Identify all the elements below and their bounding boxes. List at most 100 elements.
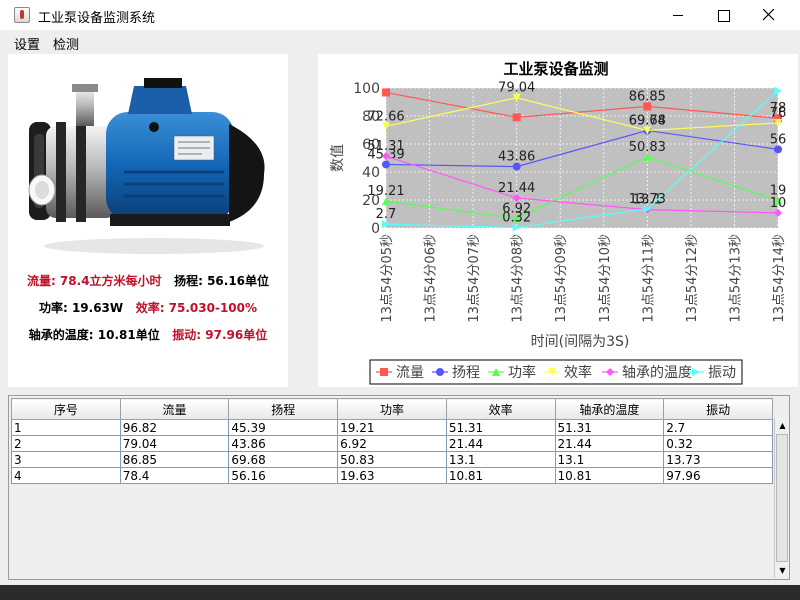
- table-cell[interactable]: 13.1: [554, 451, 665, 468]
- data-label: 2.7: [376, 207, 397, 222]
- data-point: [382, 88, 390, 97]
- column-header[interactable]: 轴承的温度: [554, 398, 665, 420]
- data-label: 0.32: [502, 211, 531, 226]
- table-cell[interactable]: 97.96: [663, 467, 773, 484]
- scroll-thumb[interactable]: [776, 434, 788, 562]
- table-cell[interactable]: 56.16: [228, 467, 339, 484]
- bottom-edge: [0, 585, 800, 600]
- data-label: 56: [770, 132, 787, 147]
- close-icon: [763, 9, 775, 21]
- legend-label: 功率: [508, 364, 536, 381]
- data-table-area: 序号 流量 扬程 功率 效率 轴承的温度 振动 1 96.82 45.39 19.21 51.31 5…: [8, 395, 790, 580]
- table-cell[interactable]: 43.86: [228, 435, 339, 452]
- data-label: 51.31: [367, 139, 404, 154]
- y-tick-label: 40: [362, 165, 380, 181]
- table-cell[interactable]: 10.81: [554, 467, 665, 484]
- plot-area: [386, 88, 778, 228]
- menu-bar: 设置 检测: [0, 31, 800, 53]
- data-label: 79.04: [498, 81, 535, 96]
- scroll-down-icon[interactable]: ▼: [775, 563, 790, 578]
- minimize-button[interactable]: [656, 0, 702, 31]
- table-cell[interactable]: 51.31: [554, 419, 665, 436]
- column-header[interactable]: 扬程: [228, 398, 339, 420]
- x-axis-label: 时间(间隔为3S): [531, 334, 630, 350]
- table-cell[interactable]: 19.21: [337, 419, 447, 436]
- vertical-scrollbar[interactable]: ▲ ▼: [774, 418, 789, 578]
- data-point: [512, 113, 521, 122]
- maximize-button[interactable]: [701, 0, 747, 31]
- y-axis-label: 数值: [330, 144, 346, 172]
- table-cell[interactable]: 2.7: [663, 419, 773, 436]
- legend-label: 轴承的温度: [622, 365, 692, 381]
- x-tick-label: 13点54分08秒: [511, 234, 526, 323]
- x-tick-label: 13点54分07秒: [467, 234, 482, 323]
- y-tick-label: 0: [371, 221, 380, 237]
- data-label: 72.66: [367, 109, 404, 124]
- status-line-1: 流量: 78.4立方米每小时 扬程: 56.16单位: [8, 272, 288, 289]
- table-cell[interactable]: 1: [11, 419, 121, 436]
- head-status: 扬程: 56.16单位: [174, 274, 270, 288]
- menu-detect[interactable]: 检测: [53, 34, 79, 53]
- chart-panel: 0 20 40 60 80 100 13点54分05秒 13点54分06秒 13点54分07秒 1…: [318, 54, 798, 387]
- scroll-up-icon[interactable]: ▲: [775, 418, 790, 433]
- data-label: 43.86: [498, 150, 535, 165]
- x-tick-label: 13点54分05秒: [380, 234, 395, 323]
- line-chart: 02040608010013点54分05秒 13点54分06秒 13点54分07秒 1…: [330, 60, 787, 385]
- data-label: 13.73: [629, 192, 666, 207]
- chart-title: 工业泵设备监测: [503, 60, 608, 78]
- column-header[interactable]: 功率: [337, 398, 447, 420]
- data-label: 50.83: [629, 140, 666, 155]
- vibration-status: 振动: 97.96单位: [172, 328, 268, 342]
- table-cell[interactable]: 13.73: [663, 451, 773, 468]
- table-cell[interactable]: 6.92: [337, 435, 447, 452]
- x-tick-label: 13点54分10秒: [598, 234, 613, 323]
- table-cell[interactable]: 96.82: [119, 419, 230, 436]
- data-label: 19.21: [367, 184, 404, 199]
- table-cell[interactable]: 78.4: [119, 467, 230, 484]
- table-row[interactable]: 1 96.82 45.39 19.21 51.31 51.31 2.7: [11, 419, 773, 436]
- data-label: 21.44: [498, 181, 535, 196]
- table-cell[interactable]: 0.32: [663, 435, 773, 452]
- table-body: 1 96.82 45.39 19.21 51.31 51.31 2.7 2 79.04 43.86…: [11, 419, 773, 484]
- table-cell[interactable]: 13.1: [445, 451, 556, 468]
- table-cell[interactable]: 21.44: [554, 435, 665, 452]
- close-button[interactable]: [746, 0, 792, 31]
- table-header-row: 序号 流量 扬程 功率 效率 轴承的温度 振动: [11, 398, 773, 420]
- data-label: 76: [770, 106, 787, 121]
- x-tick-label: 13点54分14秒: [772, 234, 787, 323]
- table-cell[interactable]: 21.44: [445, 435, 556, 452]
- table-cell[interactable]: 86.85: [119, 451, 230, 468]
- table-cell[interactable]: 10.81: [445, 467, 556, 484]
- column-header[interactable]: 效率: [445, 398, 556, 420]
- pump-image: [28, 78, 265, 254]
- table-cell[interactable]: 45.39: [228, 419, 339, 436]
- table-cell[interactable]: 3: [11, 451, 121, 468]
- x-tick-label: 13点54分11秒: [641, 234, 656, 323]
- table-cell[interactable]: 50.83: [337, 451, 447, 468]
- table-cell[interactable]: 69.68: [228, 451, 339, 468]
- table-cell[interactable]: 79.04: [119, 435, 230, 452]
- column-header[interactable]: 振动: [663, 398, 773, 420]
- legend-marker: [436, 368, 444, 376]
- app-window: 工业泵设备监测系统 设置 检测 流量: 78.4立方米每小时 扬程: 56.16…: [0, 0, 800, 600]
- table-cell[interactable]: 2: [11, 435, 121, 452]
- power-status: 功率: 19.63W: [38, 301, 124, 315]
- table-cell[interactable]: 51.31: [445, 419, 556, 436]
- efficiency-status: 效率: 75.030-100%: [135, 301, 258, 315]
- data-label: 69.68: [629, 113, 666, 128]
- table-row[interactable]: 3 86.85 69.68 50.83 13.1 13.1 13.73: [11, 451, 773, 468]
- table-cell[interactable]: 4: [11, 467, 121, 484]
- data-label: 10: [770, 196, 787, 211]
- column-header[interactable]: 序号: [11, 398, 121, 420]
- data-table: 序号 流量 扬程 功率 效率 轴承的温度 振动 1 96.82 45.39 19.21 51.31 5…: [11, 398, 773, 484]
- table-cell[interactable]: 19.63: [337, 467, 447, 484]
- pump-info-panel: 流量: 78.4立方米每小时 扬程: 56.16单位 功率: 19.63W 效率…: [8, 54, 288, 387]
- menu-settings[interactable]: 设置: [14, 34, 40, 53]
- column-header[interactable]: 流量: [119, 398, 230, 420]
- x-tick-label: 13点54分12秒: [685, 234, 700, 323]
- legend-label: 扬程: [452, 365, 480, 381]
- data-label: 86.85: [629, 89, 666, 104]
- table-row[interactable]: 2 79.04 43.86 6.92 21.44 21.44 0.32: [11, 435, 773, 452]
- title-bar: 工业泵设备监测系统: [0, 0, 800, 31]
- table-row[interactable]: 4 78.4 56.16 19.63 10.81 10.81 97.96: [11, 467, 773, 484]
